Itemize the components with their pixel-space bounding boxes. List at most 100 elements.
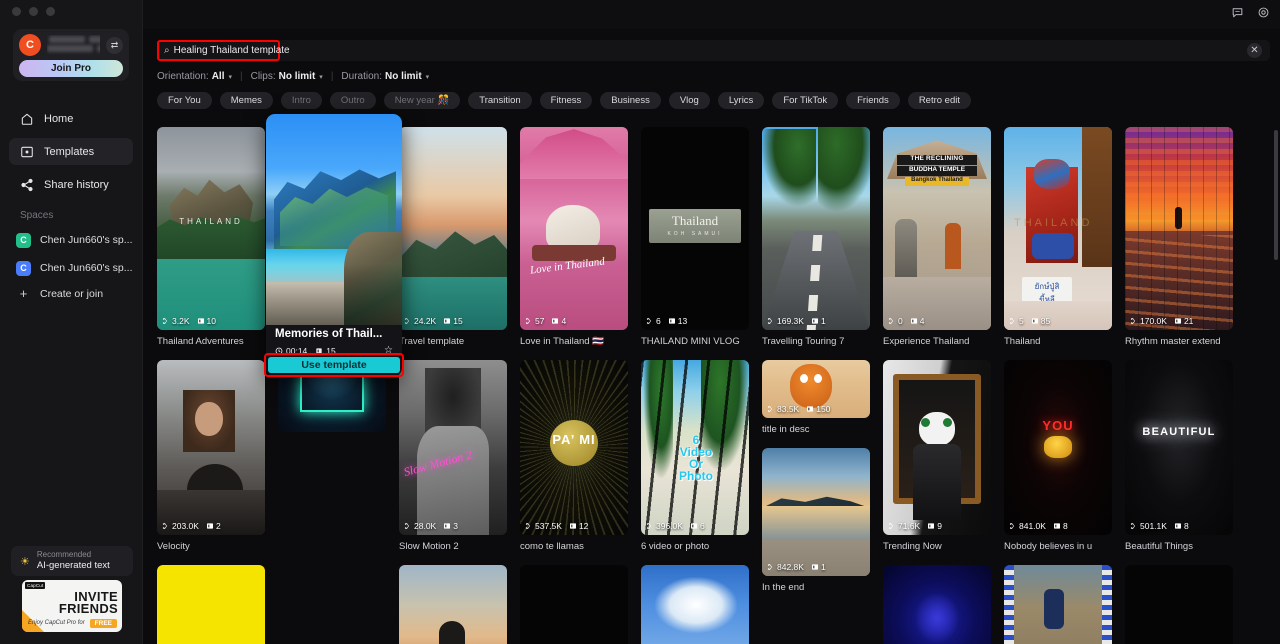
tag-for-tiktok[interactable]: For TikTok (772, 92, 839, 109)
search-input-highlight[interactable]: ⌕ Healing Thailand template (157, 40, 290, 61)
sidebar-item-home[interactable]: Home (9, 105, 133, 132)
template-thumbnail[interactable]: 169.3K 1 (762, 127, 870, 330)
tag-intro[interactable]: Intro (280, 92, 322, 109)
gear-icon[interactable] (1257, 6, 1270, 19)
join-pro-button[interactable]: Join Pro (19, 60, 123, 77)
template-card[interactable]: YOU 841.0K 8 Nobody believes in u (1004, 360, 1112, 552)
tag-outro[interactable]: Outro (329, 92, 376, 109)
template-card[interactable] (883, 565, 991, 644)
template-card[interactable]: Love in Thailand 57 4 Love in Thailand 🇹🇭 (520, 127, 628, 347)
template-card[interactable] (520, 565, 628, 644)
template-thumbnail[interactable]: BEAUTIFUL 501.1K 8 (1125, 360, 1233, 535)
template-card[interactable]: 71.6K 9 Trending Now (883, 360, 991, 552)
template-thumbnail[interactable]: 6 Video Or Photo 396.0K 6 (641, 360, 749, 535)
template-card[interactable]: 6 Video Or Photo 396.0K 6 6 video or photo (641, 360, 749, 552)
template-card[interactable] (1125, 565, 1233, 644)
template-card[interactable]: THAILAND 3.2K 10 Thailand Adventures (157, 127, 265, 347)
sidebar-item-templates[interactable]: Templates (9, 138, 133, 165)
template-card[interactable]: Thailand KOH SAMUI 6 13 THAILAND MINI VLOG (641, 127, 749, 347)
tag-lyrics[interactable]: Lyrics (717, 92, 765, 109)
search-bar[interactable]: ⌕ Healing Thailand template ✕ (157, 40, 1270, 61)
tag-for-you[interactable]: For You (157, 92, 212, 109)
vertical-scrollbar[interactable] (1274, 130, 1278, 260)
window-controls[interactable] (12, 7, 55, 16)
template-thumbnail[interactable]: THAILAND ยักษ์ปู่สิ ขี้หลี 5 85 (1004, 127, 1112, 330)
filter-duration[interactable]: Duration: No limit ▾ (341, 71, 429, 82)
tag-friends[interactable]: Friends (846, 92, 900, 109)
window-close-dot[interactable] (12, 7, 21, 16)
filter-orientation[interactable]: Orientation: All ▾ (157, 71, 232, 82)
uses-value: 83.5K (777, 404, 800, 414)
template-card[interactable]: 83.5K 150 title in desc (762, 360, 870, 435)
tag-filter-row: For You Memes Intro Outro New year 🎊 Transiti… (157, 92, 971, 109)
tag-new-year[interactable]: New year 🎊 (383, 92, 461, 109)
search-input[interactable]: Healing Thailand template (174, 45, 290, 56)
filter-separator: | (330, 71, 334, 82)
switch-account-icon[interactable]: ⇄ (106, 36, 123, 54)
template-card[interactable]: PA’ MI 537.5K 12 como te llamas (520, 360, 628, 552)
space-label: Chen Jun660's sp... (40, 262, 133, 274)
template-thumbnail[interactable]: THAILAND 3.2K 10 (157, 127, 265, 330)
window-minimize-dot[interactable] (29, 7, 38, 16)
template-card[interactable] (641, 565, 749, 644)
create-or-join-button[interactable]: + Create or join (16, 286, 103, 301)
template-thumbnail[interactable] (1004, 565, 1112, 644)
template-thumbnail[interactable]: Slow Motion 2 28.0K 3 (399, 360, 507, 535)
sidebar-space-item[interactable]: C Chen Jun660's sp... (16, 257, 136, 279)
template-card[interactable] (157, 565, 265, 644)
tag-transition[interactable]: Transition (468, 92, 532, 109)
template-thumbnail[interactable]: 170.0K 21 (1125, 127, 1233, 330)
window-maximize-dot[interactable] (46, 7, 55, 16)
uses-count: 24.2K (404, 316, 436, 326)
sidebar-space-item[interactable]: C Chen Jun660's sp... (16, 229, 136, 251)
template-thumbnail[interactable] (520, 565, 628, 644)
template-thumbnail[interactable]: 83.5K 150 (762, 360, 870, 418)
template-thumbnail[interactable]: 203.0K 2 (157, 360, 265, 535)
template-card[interactable] (399, 565, 507, 644)
template-card[interactable]: THAILAND ยักษ์ปู่สิ ขี้หลี 5 85 Thailand (1004, 127, 1112, 347)
template-thumbnail[interactable] (883, 565, 991, 644)
template-card[interactable]: 203.0K 2 Velocity (157, 360, 265, 552)
recommended-ai-text-card[interactable]: ☀ Recommended AI-generated text (11, 546, 133, 576)
tag-memes[interactable]: Memes (219, 92, 273, 109)
tag-business[interactable]: Business (600, 92, 661, 109)
template-thumbnail[interactable]: Thailand KOH SAMUI 6 13 (641, 127, 749, 330)
template-thumbnail[interactable]: 71.6K 9 (883, 360, 991, 535)
template-thumbnail[interactable]: 24.2K 15 (399, 127, 507, 330)
template-thumbnail[interactable]: PA’ MI 537.5K 12 (520, 360, 628, 535)
tag-fitness[interactable]: Fitness (539, 92, 593, 109)
template-card[interactable]: BEAUTIFUL 501.1K 8 Beautiful Things (1125, 360, 1233, 552)
sidebar: C ⇄ Join Pro Home Templates Share histor… (0, 0, 143, 644)
template-card[interactable] (1004, 565, 1112, 644)
filter-clips[interactable]: Clips: No limit ▾ (251, 71, 323, 82)
template-thumbnail[interactable] (399, 565, 507, 644)
template-card[interactable]: 842.8K 1 In the end (762, 448, 870, 593)
template-thumbnail[interactable] (1125, 565, 1233, 644)
template-thumbnail[interactable]: YOU 841.0K 8 (1004, 360, 1112, 535)
template-thumbnail[interactable]: THE RECLINING BUDDHA TEMPLE Bangkok Thaila… (883, 127, 991, 330)
use-template-button[interactable]: Use template (268, 357, 400, 373)
template-thumbnail[interactable] (641, 565, 749, 644)
template-card-hovered[interactable]: Memories of Thail... 00:14 15 ☆ (266, 114, 402, 377)
tag-retro-edit[interactable]: Retro edit (907, 92, 971, 109)
sidebar-item-share-history[interactable]: Share history (9, 171, 133, 198)
tag-vlog[interactable]: Vlog (668, 92, 710, 109)
template-thumbnail[interactable] (157, 565, 265, 644)
clear-search-button[interactable]: ✕ (1247, 43, 1262, 58)
template-card[interactable]: Slow Motion 2 28.0K 3 Slow Motion 2 (399, 360, 507, 552)
uses-count: 203.0K (162, 521, 199, 531)
template-thumbnail[interactable]: Love in Thailand 57 4 (520, 127, 628, 330)
profile-card[interactable]: C ⇄ Join Pro (13, 29, 129, 81)
template-card[interactable]: 169.3K 1 Travelling Touring 7 (762, 127, 870, 347)
template-card[interactable]: 24.2K 15 Travel template (399, 127, 507, 347)
template-card[interactable]: 170.0K 21 Rhythm master extend (1125, 127, 1233, 347)
invite-friends-banner[interactable]: CapCut INVITE FRIENDS Enjoy CapCut Pro f… (22, 580, 122, 632)
clips-count: 8 (1174, 521, 1189, 531)
card-meta: 203.0K 2 (162, 521, 221, 531)
template-card[interactable]: THE RECLINING BUDDHA TEMPLE Bangkok Thaila… (883, 127, 991, 347)
clips-count: 13 (668, 316, 687, 326)
message-icon[interactable] (1231, 6, 1244, 19)
clips-value: 4 (919, 316, 925, 326)
ai-generated-text-label: AI-generated text (36, 560, 110, 572)
template-thumbnail[interactable]: 842.8K 1 (762, 448, 870, 576)
